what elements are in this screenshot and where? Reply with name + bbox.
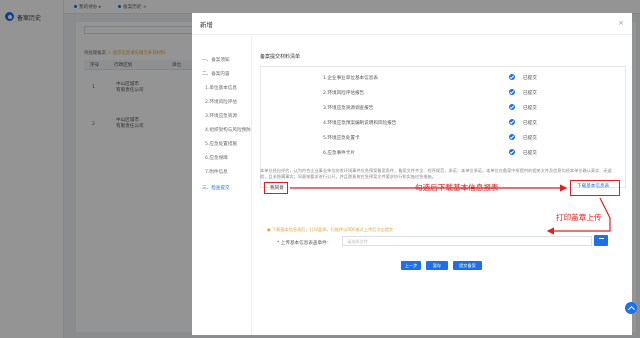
- dialog-title: 新增: [200, 21, 213, 29]
- check-circle-icon: [509, 89, 515, 95]
- document-status: 已提交: [523, 136, 537, 141]
- previous-step-button[interactable]: 上一步: [401, 261, 421, 270]
- annotation-download: 勾选后下载基本信息报表: [415, 183, 499, 192]
- step-support[interactable]: 6.应急保障: [205, 155, 228, 161]
- step-filing-content[interactable]: 二、备案内容: [202, 71, 230, 77]
- document-status: 已提交: [523, 151, 537, 156]
- check-circle-icon: [509, 104, 515, 110]
- document-name: 5.环境应急处置卡: [323, 136, 360, 141]
- step-filing-notice[interactable]: 一、备案须知: [202, 57, 230, 63]
- download-label: 下载基本信息表: [577, 184, 610, 189]
- check-circle-icon: [509, 74, 515, 80]
- document-status: 已提交: [523, 91, 537, 96]
- section-title: 备案提交材料清单: [260, 54, 301, 60]
- document-name: 2.环境风险评估报告: [323, 91, 365, 96]
- list-item: 2.环境风险评估报告 已提交: [261, 88, 627, 101]
- dialog-header: 新增 ×: [192, 13, 632, 35]
- upload-note: ● 下载基本信息表后，打印盖章，扫描件以PDF格式上传后点击提交: [267, 227, 394, 232]
- list-item: 1.企业事业单位基本信息表 已提交: [261, 73, 627, 86]
- step-navigation: 一、备案须知 二、备案内容 1.单位基本信息 2.环境风险评估 3.环境应急资源…: [192, 35, 252, 335]
- check-circle-icon: [509, 149, 515, 155]
- list-item: 6.应急事件卡片 已提交: [261, 148, 627, 161]
- download-info-table-link[interactable]: 下载基本信息表: [570, 180, 620, 196]
- step-unit-info[interactable]: 1.单位基本信息: [205, 85, 237, 91]
- step-organization[interactable]: 4.组织架构与风险预防: [205, 127, 251, 133]
- upload-file-field[interactable]: 请选择文件: [342, 236, 592, 246]
- list-item: 5.环境应急处置卡 已提交: [261, 133, 627, 146]
- step-emergency-resources[interactable]: 3.环境应急资源: [205, 113, 237, 119]
- step-check-submit[interactable]: 三、检查提交: [202, 185, 230, 191]
- submit-filing-button[interactable]: 提交备案: [453, 261, 482, 270]
- document-name: 1.企业事业单位基本信息表: [323, 76, 378, 81]
- document-name: 6.应急事件卡片: [323, 151, 355, 156]
- document-name: 3.环境应急资源调查报告: [323, 106, 374, 111]
- document-status: 已提交: [523, 106, 537, 111]
- document-status: 已提交: [523, 76, 537, 81]
- document-name: 4.环境应急预案编制说明和风险报告: [323, 121, 397, 126]
- back-to-top-icon[interactable]: [625, 302, 637, 314]
- annotation-upload: 打印盖章上传: [556, 213, 602, 222]
- check-circle-icon: [509, 119, 515, 125]
- document-status: 已提交: [523, 121, 537, 126]
- upload-label: * 上传基本信息表盖章件：: [277, 241, 332, 246]
- list-item: 4.环境应急预案编制说明和风险报告 已提交: [261, 118, 627, 131]
- step-disposal-measures[interactable]: 5.应急处置措施: [205, 141, 237, 147]
- step-attachments[interactable]: 7.附件信息: [205, 169, 228, 175]
- commitment-notice: 本单位经自评估，认为符合企业事业单位突发环境事件应急预案备案条件，备案文件齐全、…: [260, 168, 612, 180]
- new-filing-dialog: 新增 × 一、备案须知 二、备案内容 1.单位基本信息 2.环境风险评估 3.环…: [192, 13, 632, 335]
- agree-label: 我同意: [270, 186, 284, 191]
- agree-checkbox[interactable]: 我同意: [264, 182, 288, 194]
- upload-icon[interactable]: [594, 235, 608, 246]
- upload-placeholder: 请选择文件: [347, 239, 368, 244]
- check-circle-icon: [509, 134, 515, 140]
- list-item: 3.环境应急资源调查报告 已提交: [261, 103, 627, 116]
- close-icon[interactable]: ×: [618, 19, 624, 27]
- save-draft-button[interactable]: 暂存: [426, 261, 448, 270]
- step-risk-assessment[interactable]: 2.环境风险评估: [205, 99, 237, 105]
